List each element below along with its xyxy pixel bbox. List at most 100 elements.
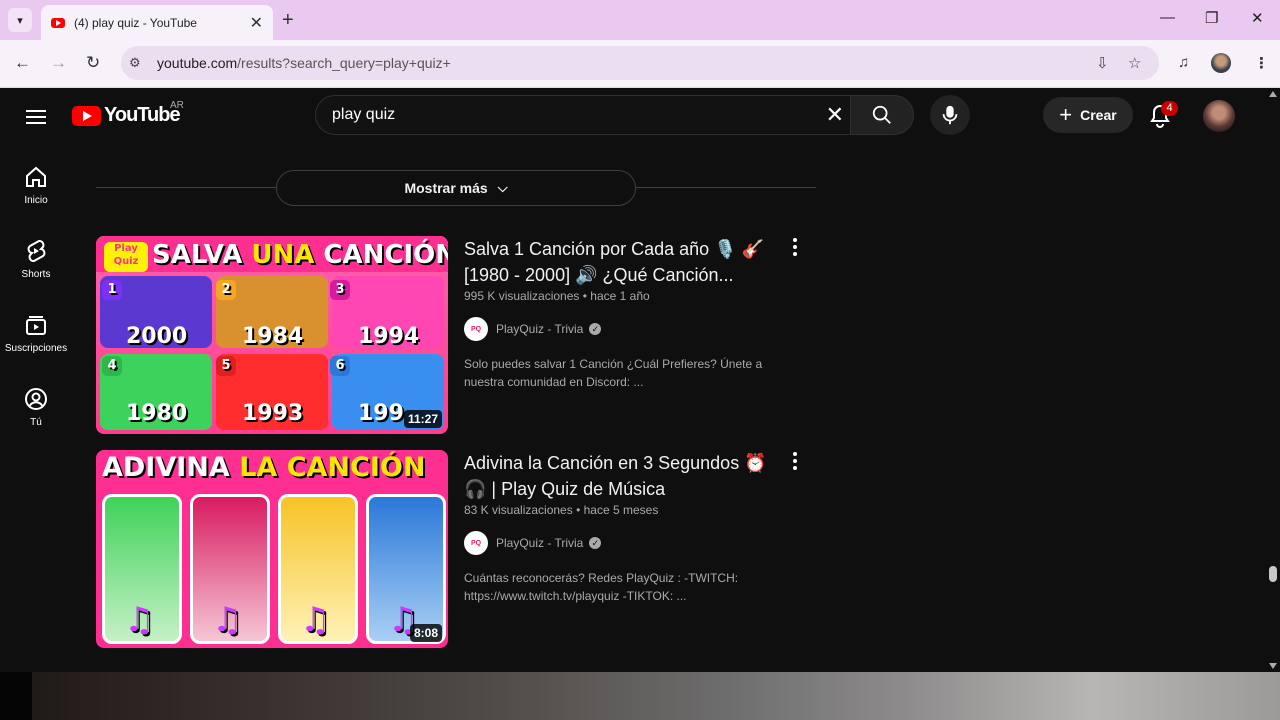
youtube-wordmark: YouTube — [104, 104, 181, 126]
thumb-year: 2000 — [126, 324, 188, 349]
scroll-down-icon[interactable] — [1269, 663, 1277, 669]
create-label: Crear — [1080, 107, 1117, 123]
video-description: Solo puedes salvar 1 Canción ¿Cuál Prefi… — [464, 357, 763, 389]
tab-title: (4) play quiz - YouTube — [74, 15, 197, 30]
new-tab-button[interactable]: + — [282, 9, 294, 32]
install-app-icon[interactable]: ⇩ — [1096, 54, 1109, 72]
scroll-up-icon[interactable] — [1269, 91, 1277, 97]
show-more-button[interactable]: Mostrar más ⌵ — [276, 170, 636, 206]
you-icon — [25, 388, 47, 410]
video-duration: 8:08 — [409, 624, 442, 642]
thumb-headline: SALVA UNA CANCIÓN — [152, 240, 448, 270]
country-code: AR — [170, 100, 184, 111]
address-bar[interactable]: ⚙ youtube.com/results?search_query=play+… — [121, 46, 1159, 80]
video-duration: 11:27 — [403, 410, 442, 428]
search-icon — [872, 105, 891, 124]
shorts-icon — [27, 240, 46, 262]
minimize-icon[interactable]: — — [1160, 9, 1175, 26]
video-title[interactable]: Salva 1 Canción por Cada año 🎙️ 🎸 [1980 … — [464, 236, 784, 288]
tab-search-dropdown-icon[interactable]: ▾ — [8, 8, 32, 32]
account-avatar[interactable] — [1203, 100, 1235, 132]
thumb-number: 5 — [216, 356, 236, 376]
thumb-year: 1984 — [242, 324, 304, 349]
microphone-icon — [942, 105, 958, 125]
video-description: Cuántas reconocerás? Redes PlayQuiz : -T… — [464, 571, 739, 603]
sidebar-item-inicio[interactable]: Inicio — [0, 153, 72, 227]
browser-toolbar: ← → ↻ ⚙ youtube.com/results?search_query… — [0, 40, 1280, 88]
window-close-icon[interactable]: ✕ — [1251, 9, 1264, 27]
music-note-icon: ♫ — [124, 600, 155, 640]
sidebar-item-shorts[interactable]: Shorts — [0, 227, 72, 301]
more-options-icon[interactable] — [792, 238, 798, 259]
video-meta: Adivina la Canción en 3 Segundos ⏰ 🎧 | P… — [464, 450, 784, 605]
channel-avatar[interactable]: PQ — [464, 317, 488, 341]
playquiz-badge: Play Quiz — [104, 242, 148, 272]
browser-tab-strip: ▾ (4) play quiz - YouTube ✕ + — ❐ ✕ — [0, 0, 1280, 40]
show-more-label: Mostrar más — [404, 180, 488, 196]
scrollbar-thumb[interactable] — [1269, 566, 1277, 582]
video-result[interactable]: Play Quiz SALVA UNA CANCIÓN 2000 1984 19… — [96, 236, 816, 434]
verified-check-icon: ✓ — [589, 537, 602, 549]
channel-name[interactable]: PlayQuiz - Trivia — [496, 536, 583, 550]
video-title[interactable]: Adivina la Canción en 3 Segundos ⏰ 🎧 | P… — [464, 450, 784, 502]
clear-search-icon[interactable]: ✕ — [826, 102, 844, 128]
browser-profile-avatar[interactable] — [1211, 53, 1231, 73]
hamburger-menu-icon[interactable] — [26, 106, 46, 128]
sidebar-item-tu[interactable]: Tú — [0, 375, 72, 449]
back-icon[interactable]: ← — [14, 53, 31, 73]
video-thumbnail[interactable]: Play Quiz SALVA UNA CANCIÓN 2000 1984 19… — [96, 236, 448, 434]
chevron-down-icon: ⌵ — [497, 180, 508, 195]
bookmark-star-icon[interactable]: ☆ — [1128, 54, 1141, 72]
home-icon — [26, 166, 46, 187]
thumb-headline: ADIVINA LA CANCIÓN — [102, 452, 426, 483]
search-input[interactable]: play quiz ✕ — [315, 95, 851, 135]
thumb-year: 199 — [358, 401, 404, 426]
webcam-image — [32, 672, 1280, 720]
webcam-overlay — [0, 672, 1280, 720]
verified-check-icon: ✓ — [589, 323, 602, 335]
thumb-year: 1980 — [126, 401, 188, 426]
restore-icon[interactable]: ❐ — [1205, 9, 1218, 27]
channel-name[interactable]: PlayQuiz - Trivia — [496, 322, 583, 336]
forward-icon[interactable]: → — [50, 53, 67, 73]
sidebar-item-suscripciones[interactable]: Suscripciones — [0, 301, 72, 375]
sidebar: Inicio Shorts Suscripciones Tú — [0, 153, 72, 449]
reload-icon[interactable]: ↻ — [86, 53, 100, 73]
video-stats: 995 K visualizaciones • hace 1 año — [464, 289, 650, 303]
thumb-number: 2 — [216, 280, 236, 300]
youtube-page: YouTube AR play quiz ✕ + Crear 4 Inicio … — [0, 88, 1280, 672]
music-note-icon: ♫ — [300, 600, 331, 640]
more-options-icon[interactable] — [792, 452, 798, 473]
sidebar-label: Inicio — [24, 195, 48, 206]
channel-avatar[interactable]: PQ — [464, 531, 488, 555]
media-controls-icon[interactable]: ♫ — [1178, 54, 1189, 71]
youtube-play-icon — [72, 105, 101, 126]
youtube-logo[interactable]: YouTube AR — [72, 100, 184, 127]
thumb-number: 3 — [330, 280, 350, 300]
sidebar-label: Tú — [30, 417, 42, 428]
sidebar-label: Suscripciones — [4, 343, 68, 354]
subscriptions-icon — [26, 316, 46, 335]
browser-tab[interactable]: (4) play quiz - YouTube ✕ — [41, 5, 273, 40]
thumb-number: 6 — [330, 356, 350, 376]
channel-info[interactable]: PQ PlayQuiz - Trivia ✓ — [464, 531, 784, 555]
page-scrollbar[interactable] — [1266, 88, 1280, 672]
search-query[interactable]: play quiz — [332, 106, 826, 124]
browser-menu-icon[interactable]: ⋮ — [1254, 54, 1269, 72]
plus-icon: + — [1059, 102, 1073, 127]
channel-info[interactable]: PQ PlayQuiz - Trivia ✓ — [464, 317, 784, 341]
notification-count-badge: 4 — [1161, 101, 1178, 116]
video-thumbnail[interactable]: ADIVINA LA CANCIÓN ♫ ♫ ♫ ♫ 8:08 — [96, 450, 448, 648]
url-text[interactable]: youtube.com/results?search_query=play+qu… — [157, 55, 451, 71]
video-meta: Salva 1 Canción por Cada año 🎙️ 🎸 [1980 … — [464, 236, 784, 391]
thumb-year: 1994 — [358, 324, 420, 349]
thumb-year: 1993 — [242, 401, 304, 426]
video-result[interactable]: ADIVINA LA CANCIÓN ♫ ♫ ♫ ♫ 8:08 Adivina … — [96, 450, 816, 648]
create-button[interactable]: + Crear — [1043, 97, 1133, 133]
sidebar-label: Shorts — [21, 269, 51, 280]
video-stats: 83 K visualizaciones • hace 5 meses — [464, 503, 659, 517]
voice-search-button[interactable] — [930, 95, 970, 135]
tab-close-icon[interactable]: ✕ — [250, 13, 263, 33]
site-info-icon[interactable]: ⚙ — [129, 55, 149, 71]
search-button[interactable] — [851, 95, 914, 135]
